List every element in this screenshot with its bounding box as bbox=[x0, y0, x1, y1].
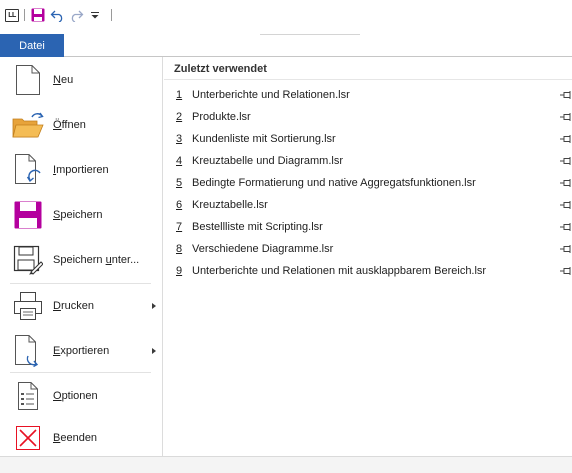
recent-file-row[interactable]: 8 Verschiedene Diagramme.lsr bbox=[164, 238, 572, 260]
menu-label-save-as: nter... bbox=[111, 253, 140, 266]
printer-icon bbox=[12, 289, 44, 323]
redo-icon[interactable] bbox=[68, 7, 84, 23]
menu-item-exit[interactable]: Beenden bbox=[0, 415, 163, 460]
options-icon bbox=[12, 379, 44, 413]
recent-file-name: Bedingte Formatierung und native Aggrega… bbox=[192, 177, 476, 189]
tab-file[interactable]: Datei bbox=[0, 34, 64, 57]
toolbar-separator bbox=[24, 9, 25, 21]
title-divider bbox=[260, 34, 360, 35]
save-as-icon bbox=[12, 243, 44, 277]
menu-item-save[interactable]: Speichern bbox=[0, 192, 163, 237]
recent-file-number: 6 bbox=[176, 199, 183, 211]
pin-icon[interactable] bbox=[560, 222, 572, 232]
pin-icon[interactable] bbox=[560, 244, 572, 254]
ribbon-tab-bar: Datei bbox=[0, 34, 572, 57]
recent-file-name: Kreuztabelle und Diagramm.lsr bbox=[192, 155, 344, 167]
menu-label-open: ffnen bbox=[61, 118, 86, 131]
app-logo[interactable]: LL bbox=[5, 8, 19, 22]
pin-icon[interactable] bbox=[560, 90, 572, 100]
menu-item-open[interactable]: Öffnen bbox=[0, 102, 163, 147]
menu-label-exit: eenden bbox=[60, 431, 98, 444]
status-strip bbox=[0, 457, 572, 473]
recent-files-header: Zuletzt verwendet bbox=[174, 63, 267, 75]
quick-access-toolbar: LL bbox=[0, 0, 572, 30]
recent-file-name: Verschiedene Diagramme.lsr bbox=[192, 243, 334, 255]
new-document-icon bbox=[12, 63, 44, 97]
menu-item-import[interactable]: Importieren bbox=[0, 147, 163, 192]
menu-item-save-as[interactable]: Speichern unter... bbox=[0, 237, 163, 282]
menu-label-options-hotkey: O bbox=[53, 389, 62, 402]
recent-file-row[interactable]: 4 Kreuztabelle und Diagramm.lsr bbox=[164, 150, 572, 172]
recent-file-name: Kundenliste mit Sortierung.lsr bbox=[192, 133, 336, 145]
recent-file-number: 7 bbox=[176, 221, 183, 233]
toolbar-separator bbox=[111, 9, 112, 21]
menu-label-open-hotkey: Ö bbox=[53, 118, 62, 131]
pin-icon[interactable] bbox=[560, 134, 572, 144]
recent-file-row[interactable]: 3 Kundenliste mit Sortierung.lsr bbox=[164, 128, 572, 150]
menu-label-import: mportieren bbox=[56, 163, 109, 176]
undo-icon[interactable] bbox=[49, 7, 65, 23]
recent-file-name: Produkte.lsr bbox=[192, 111, 251, 123]
pin-icon[interactable] bbox=[560, 178, 572, 188]
recent-file-name: Kreuztabelle.lsr bbox=[192, 199, 268, 211]
recent-file-row[interactable]: 6 Kreuztabelle.lsr bbox=[164, 194, 572, 216]
menu-label-save-as-prefix: Speichern bbox=[53, 253, 106, 266]
recent-file-name: Unterberichte und Relationen mit ausklap… bbox=[192, 265, 487, 277]
recent-file-number: 8 bbox=[176, 243, 183, 255]
pin-icon[interactable] bbox=[560, 112, 572, 122]
save-icon[interactable] bbox=[30, 7, 46, 23]
menu-label-export: xportieren bbox=[60, 344, 110, 357]
backstage-window: LL Datei Neu Öffnen Importieren Speicher… bbox=[0, 0, 572, 473]
pin-icon[interactable] bbox=[560, 200, 572, 210]
recent-file-row[interactable]: 1 Unterberichte und Relationen.lsr bbox=[164, 84, 572, 106]
customize-qat-icon[interactable] bbox=[87, 7, 103, 23]
open-folder-icon bbox=[12, 108, 44, 142]
pin-icon[interactable] bbox=[560, 156, 572, 166]
pin-icon[interactable] bbox=[560, 266, 572, 276]
menu-label-print-hotkey: D bbox=[53, 299, 61, 312]
recent-file-number: 3 bbox=[176, 133, 183, 145]
recent-file-number: 9 bbox=[176, 265, 183, 277]
recent-file-row[interactable]: 7 Bestellliste mit Scripting.lsr bbox=[164, 216, 572, 238]
recent-file-number: 4 bbox=[176, 155, 183, 167]
recent-file-name: Bestellliste mit Scripting.lsr bbox=[192, 221, 323, 233]
export-icon bbox=[12, 334, 44, 368]
submenu-arrow-icon bbox=[152, 302, 156, 309]
recent-header-divider bbox=[164, 79, 572, 80]
menu-item-print[interactable]: Drucken bbox=[0, 283, 163, 328]
recent-file-number: 1 bbox=[176, 89, 183, 101]
menu-item-new[interactable]: Neu bbox=[0, 57, 163, 102]
menu-label-new: eu bbox=[60, 73, 74, 86]
menu-label-new-hotkey: N bbox=[53, 73, 61, 86]
recent-file-row[interactable]: 9 Unterberichte und Relationen mit auskl… bbox=[164, 260, 572, 282]
menu-label-save: peichern bbox=[60, 208, 103, 221]
menu-item-export[interactable]: Exportieren bbox=[0, 328, 163, 373]
menu-item-options[interactable]: Optionen bbox=[0, 373, 163, 418]
import-icon bbox=[12, 153, 44, 187]
save-disk-icon bbox=[12, 198, 44, 232]
menu-label-print: rucken bbox=[60, 299, 94, 312]
recent-file-name: Unterberichte und Relationen.lsr bbox=[192, 89, 350, 101]
recent-file-number: 5 bbox=[176, 177, 183, 189]
backstage-menu: Neu Öffnen Importieren Speichern Speiche… bbox=[0, 57, 163, 457]
submenu-arrow-icon bbox=[152, 347, 156, 354]
menu-label-options: ptionen bbox=[61, 389, 98, 402]
recent-file-row[interactable]: 5 Bedingte Formatierung und native Aggre… bbox=[164, 172, 572, 194]
recent-file-row[interactable]: 2 Produkte.lsr bbox=[164, 106, 572, 128]
recent-file-number: 2 bbox=[176, 111, 183, 123]
recent-files-panel: Zuletzt verwendet 1 Unterberichte und Re… bbox=[164, 57, 572, 457]
exit-icon bbox=[12, 421, 44, 455]
